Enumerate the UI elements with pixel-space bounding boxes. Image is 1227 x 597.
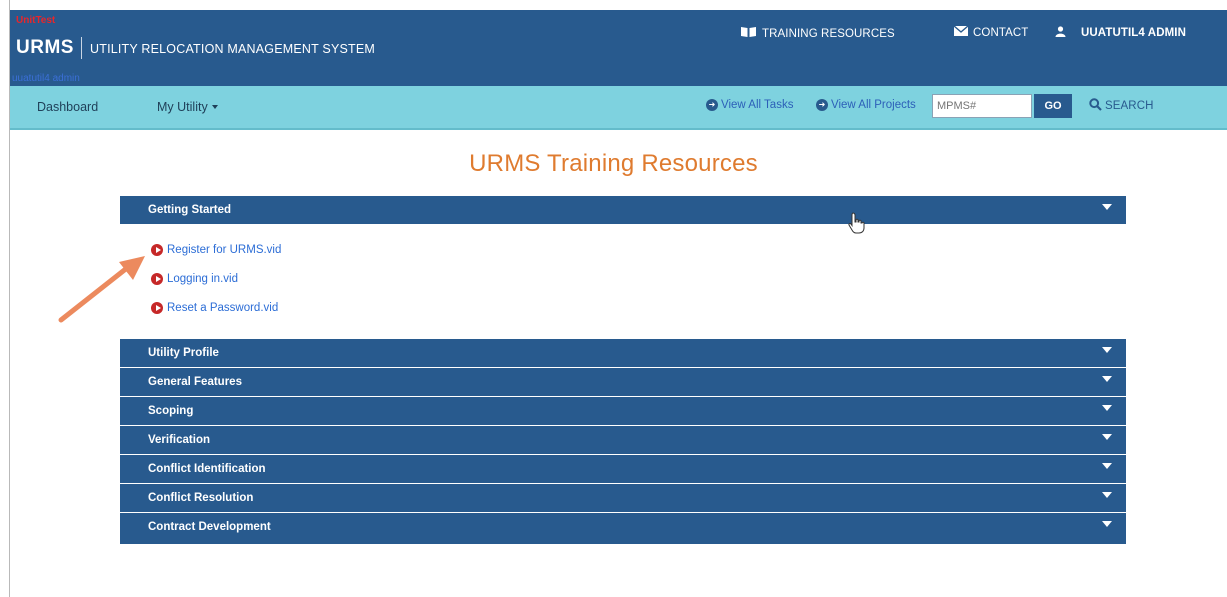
caret-down-icon	[1102, 204, 1112, 210]
view-all-projects-link[interactable]: ➜ View All Projects	[816, 99, 916, 111]
caret-down-icon	[1102, 463, 1112, 469]
user-name-label: UUATUTIL4 ADMIN	[1081, 27, 1186, 39]
annotation-arrow-icon	[55, 248, 155, 333]
hand-cursor-icon	[848, 212, 866, 239]
contact-link[interactable]: CONTACT	[953, 25, 1029, 39]
envelope-icon	[953, 25, 969, 39]
arrow-circle-right-icon: ➜	[706, 99, 718, 111]
top-header: UnitTest URMS UTILITY RELOCATION MANAGEM…	[10, 10, 1227, 86]
user-icon	[1055, 26, 1066, 40]
caret-down-icon	[1102, 405, 1112, 411]
caret-down-icon	[1102, 492, 1112, 498]
caret-down-icon	[1102, 376, 1112, 382]
section-verification[interactable]: Verification	[120, 426, 1126, 455]
brand-full-name: UTILITY RELOCATION MANAGEMENT SYSTEM	[90, 42, 376, 56]
section-conflict-identification[interactable]: Conflict Identification	[120, 455, 1126, 484]
view-all-projects-label: View All Projects	[831, 99, 916, 111]
section-label: Getting Started	[148, 204, 232, 216]
nav-my-utility-label: My Utility	[157, 100, 208, 114]
search-icon	[1089, 98, 1102, 114]
brand-divider	[81, 37, 82, 59]
training-resources-label: TRAINING RESOURCES	[762, 27, 895, 40]
video-label: Reset a Password.vid	[167, 302, 279, 314]
section-label: Conflict Resolution	[148, 492, 254, 504]
video-link-reset-password[interactable]: Reset a Password.vid	[151, 302, 278, 314]
section-label: Verification	[148, 434, 210, 446]
contact-label: CONTACT	[973, 26, 1029, 39]
view-all-tasks-link[interactable]: ➜ View All Tasks	[706, 99, 793, 111]
section-utility-profile[interactable]: Utility Profile	[120, 339, 1126, 368]
search-link[interactable]: SEARCH	[1089, 98, 1154, 114]
mpms-search-input[interactable]	[932, 94, 1032, 118]
section-contract-development[interactable]: Contract Development	[120, 513, 1126, 544]
section-label: Scoping	[148, 405, 194, 417]
user-role-label: uuatutil4 admin	[12, 73, 80, 84]
chevron-down-icon	[211, 105, 218, 109]
arrow-circle-right-icon: ➜	[816, 99, 828, 111]
section-label: Conflict Identification	[148, 463, 266, 475]
user-menu[interactable]: UUATUTIL4 ADMIN	[1055, 26, 1186, 40]
section-label: Utility Profile	[148, 347, 219, 359]
search-label: SEARCH	[1105, 100, 1154, 112]
section-label: Contract Development	[148, 521, 271, 533]
section-general-features[interactable]: General Features	[120, 368, 1126, 397]
go-button[interactable]: GO	[1034, 94, 1072, 118]
section-scoping[interactable]: Scoping	[120, 397, 1126, 426]
nav-my-utility[interactable]: My Utility	[157, 100, 218, 114]
caret-down-icon	[1102, 347, 1112, 353]
nav-dashboard[interactable]: Dashboard	[37, 100, 98, 114]
video-label: Logging in.vid	[167, 273, 238, 285]
section-getting-started[interactable]: Getting Started	[120, 196, 1126, 225]
section-conflict-resolution[interactable]: Conflict Resolution	[120, 484, 1126, 513]
video-link-register[interactable]: Register for URMS.vid	[151, 244, 281, 256]
video-label: Register for URMS.vid	[167, 244, 282, 256]
brand-logo[interactable]: URMS	[16, 37, 74, 59]
view-all-tasks-label: View All Tasks	[721, 99, 794, 111]
training-resources-link[interactable]: TRAINING RESOURCES	[740, 26, 895, 41]
environment-label: UnitTest	[16, 15, 56, 26]
section-label: General Features	[148, 376, 242, 388]
page-title: URMS Training Resources	[469, 150, 758, 177]
book-icon	[740, 26, 757, 41]
caret-down-icon	[1102, 434, 1112, 440]
video-link-logging-in[interactable]: Logging in.vid	[151, 273, 238, 285]
caret-down-icon	[1102, 521, 1112, 527]
